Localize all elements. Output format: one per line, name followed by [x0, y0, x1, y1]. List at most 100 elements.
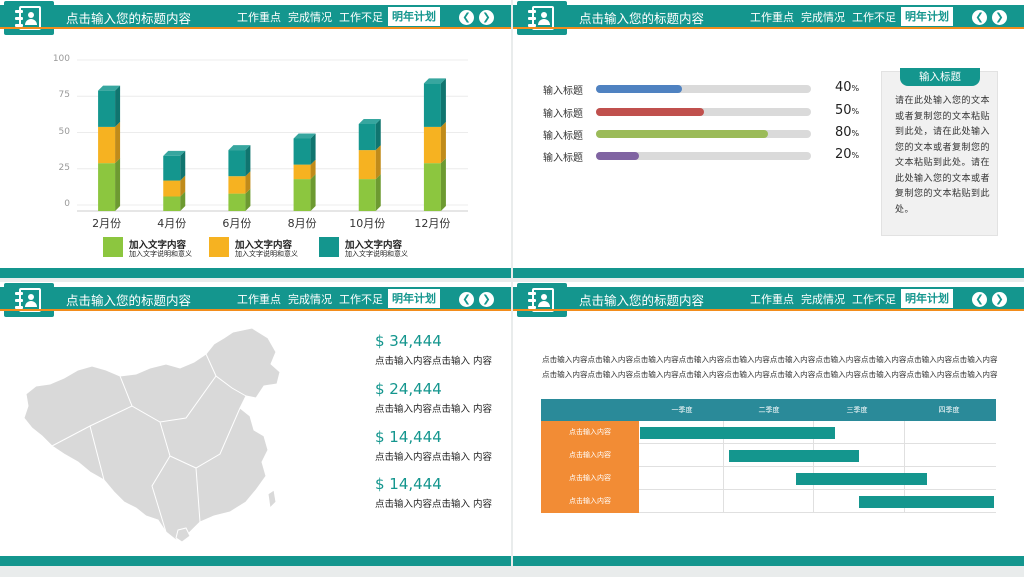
progress-fill	[596, 108, 704, 116]
footer-line	[513, 564, 1024, 566]
nav-work-focus[interactable]: 工作重点	[750, 11, 794, 24]
gantt-row: 点击输入内容	[541, 444, 996, 467]
price-value: $ 34,444	[375, 332, 442, 350]
bar-segment[interactable]	[293, 174, 316, 211]
bar-segment[interactable]	[358, 145, 381, 180]
gantt-row-label[interactable]: 点击输入内容	[541, 467, 639, 490]
bar-segment[interactable]	[423, 158, 446, 211]
progress-value: 80%	[835, 125, 860, 140]
intro-paragraph[interactable]: 点击输入内容点击输入内容点击输入内容点击输入内容点击输入内容点击输入内容点击输入…	[542, 352, 1002, 382]
slide-header: 点击输入您的标题内容 工作重点 完成情况 工作不足 明年计划 ❮ ❯	[513, 283, 1024, 317]
nav-next-year-plan[interactable]: 明年计划	[901, 289, 953, 308]
header-nav: 工作重点 完成情况 工作不足	[237, 291, 390, 307]
quarter-header: 三季度	[846, 406, 868, 414]
nav-shortcomings[interactable]: 工作不足	[852, 11, 896, 24]
x-tick-label: 2月份	[92, 217, 122, 230]
prev-arrow-icon[interactable]: ❮	[972, 10, 987, 25]
bar-segment[interactable]	[423, 78, 446, 127]
legend-desc: 加入文字说明和意义	[345, 250, 408, 258]
gantt-row: 点击输入内容	[541, 490, 996, 513]
paragraph-line: 点击输入内容点击输入内容点击输入内容点击输入内容点击输入内容点击输入内容点击输入…	[542, 370, 998, 379]
slide-gantt: 点击输入您的标题内容 工作重点 完成情况 工作不足 明年计划 ❮ ❯ 点击输入内容点…	[513, 282, 1024, 566]
bar-segment[interactable]	[358, 119, 381, 151]
slide-title[interactable]: 点击输入您的标题内容	[579, 8, 704, 27]
header-nav: 工作重点 完成情况 工作不足	[750, 291, 903, 307]
next-arrow-icon[interactable]: ❯	[992, 10, 1007, 25]
progress-value: 20%	[835, 147, 860, 162]
nav-completion[interactable]: 完成情况	[801, 293, 845, 306]
price-description: 点击输入内容点击输入 内容	[375, 452, 493, 463]
progress-fill	[596, 85, 682, 93]
progress-track	[596, 130, 811, 138]
bar-segment[interactable]	[358, 174, 381, 211]
nav-work-focus[interactable]: 工作重点	[750, 293, 794, 306]
bar-segment[interactable]	[423, 121, 446, 164]
bar-segment[interactable]	[98, 158, 121, 211]
nav-next-year-plan[interactable]: 明年计划	[388, 289, 440, 308]
legend-swatch	[103, 237, 123, 257]
slide-map: 点击输入您的标题内容 工作重点 完成情况 工作不足 明年计划 ❮ ❯ $ 34,44…	[0, 282, 511, 566]
bar-segment[interactable]	[98, 121, 121, 164]
gantt-bar[interactable]	[728, 450, 860, 462]
legend-desc: 加入文字说明和意义	[129, 250, 192, 258]
paragraph-line: 点击输入内容点击输入内容点击输入内容点击输入内容点击输入内容点击输入内容点击输入…	[542, 355, 998, 364]
nav-shortcomings[interactable]: 工作不足	[339, 293, 383, 306]
nav-completion[interactable]: 完成情况	[801, 11, 845, 24]
progress-track	[596, 152, 811, 160]
progress-track	[596, 108, 811, 116]
legend-swatch	[319, 237, 339, 257]
footer-line	[513, 276, 1024, 278]
contact-book-icon	[517, 1, 567, 35]
nav-work-focus[interactable]: 工作重点	[237, 293, 281, 306]
footer-bar	[0, 268, 511, 276]
next-arrow-icon[interactable]: ❯	[479, 292, 494, 307]
x-tick-label: 10月份	[349, 217, 386, 230]
y-tick-label: 0	[64, 199, 70, 209]
text-box-body: 请在此处输入您的文本或者复制您的文本粘贴到此处，请在此处输入您的文本或者复制您的…	[895, 96, 991, 215]
quarter-header: 二季度	[758, 406, 780, 414]
nav-completion[interactable]: 完成情况	[288, 293, 332, 306]
price-description: 点击输入内容点击输入 内容	[375, 356, 493, 367]
gantt-row-label[interactable]: 点击输入内容	[541, 421, 639, 444]
footer-line	[0, 564, 511, 566]
text-box[interactable]: 输入标题 请在此处输入您的文本或者复制您的文本粘贴到此处，请在此处输入您的文本或…	[881, 68, 998, 236]
gantt-header: 一季度 二季度 三季度 四季度	[541, 399, 996, 421]
progress-label: 输入标题	[543, 153, 583, 164]
progress-value: 40%	[835, 80, 860, 95]
nav-next-year-plan[interactable]: 明年计划	[901, 7, 953, 26]
y-tick-label: 75	[58, 90, 70, 101]
gantt-row-label[interactable]: 点击输入内容	[541, 490, 639, 513]
slide-title[interactable]: 点击输入您的标题内容	[579, 290, 704, 309]
slide-bar-chart: 点击输入您的标题内容 工作重点 完成情况 工作不足 明年计划 ❮ ❯ 100 75 50…	[0, 0, 511, 278]
header-accent-line	[0, 309, 511, 311]
gantt-row: 点击输入内容	[541, 421, 996, 444]
bar-segment[interactable]	[98, 85, 121, 127]
gantt-bar[interactable]	[859, 496, 994, 508]
prev-arrow-icon[interactable]: ❮	[972, 292, 987, 307]
slide-header: 点击输入您的标题内容 工作重点 完成情况 工作不足 明年计划 ❮ ❯	[0, 283, 511, 317]
nav-shortcomings[interactable]: 工作不足	[852, 293, 896, 306]
quarter-header: 一季度	[671, 406, 693, 414]
bar-segment[interactable]	[293, 133, 316, 165]
gantt-row-label[interactable]: 点击输入内容	[541, 444, 639, 467]
gantt-bar[interactable]	[640, 427, 835, 439]
progress-track	[596, 85, 811, 93]
bar-segment[interactable]	[228, 145, 251, 177]
legend-desc: 加入文字说明和意义	[235, 250, 298, 258]
china-map-icon	[23, 327, 281, 543]
gantt-bar[interactable]	[795, 473, 927, 485]
slide-title[interactable]: 点击输入您的标题内容	[66, 290, 191, 309]
bar-segment[interactable]	[163, 150, 186, 181]
x-tick-label: 12月份	[414, 217, 451, 230]
price-value: $ 14,444	[375, 428, 442, 446]
progress-fill	[596, 152, 639, 160]
header-nav: 工作重点 完成情况 工作不足	[750, 9, 903, 25]
y-tick-label: 25	[58, 162, 70, 173]
footer-bar	[513, 268, 1024, 276]
footer-bar	[513, 556, 1024, 564]
price-description: 点击输入内容点击输入 内容	[375, 499, 493, 510]
progress-label: 输入标题	[543, 109, 583, 120]
next-arrow-icon[interactable]: ❯	[992, 292, 1007, 307]
prev-arrow-icon[interactable]: ❮	[459, 292, 474, 307]
progress-value: 50%	[835, 103, 860, 118]
